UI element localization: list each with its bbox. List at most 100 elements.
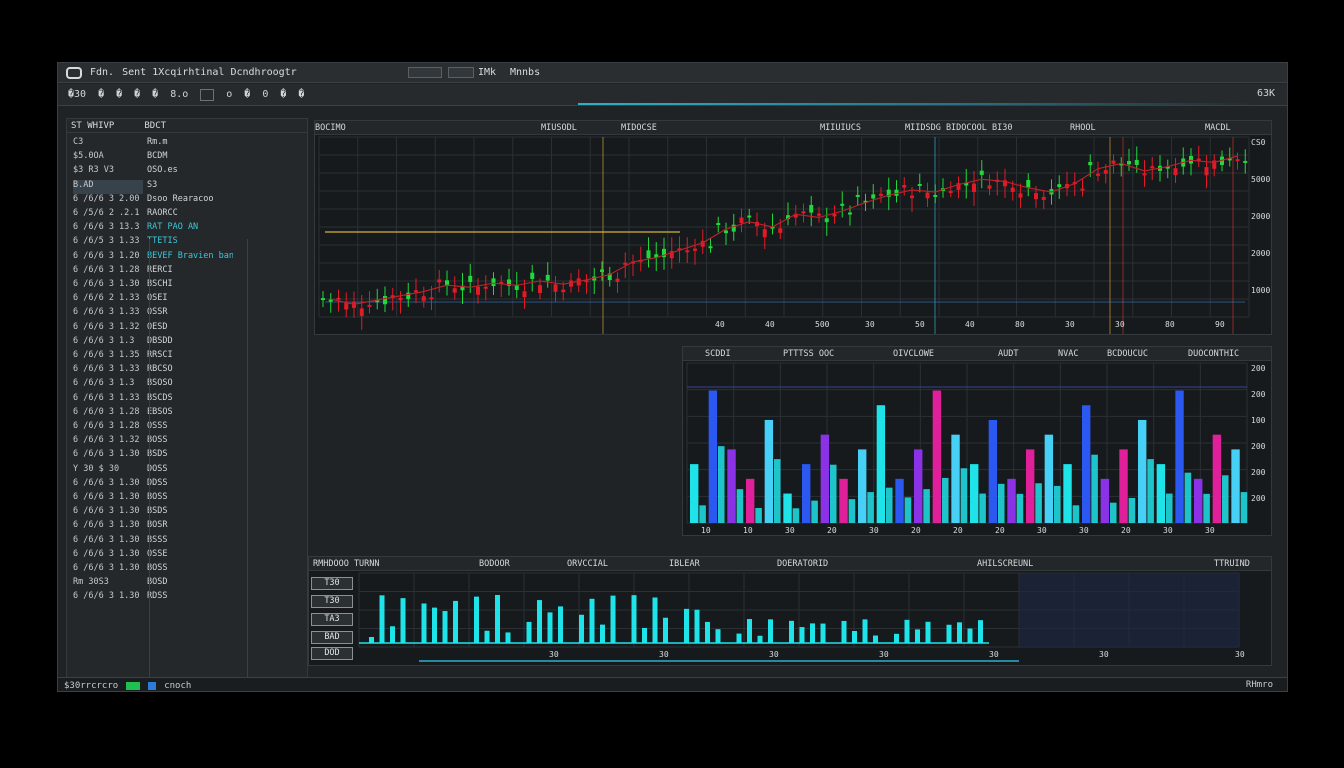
indicator-bar	[799, 627, 805, 643]
toolbar-item-10[interactable]: �	[298, 89, 304, 100]
watchlist-value: Dsoo Rearacoo	[147, 193, 214, 204]
volume-axis-tick: 200	[1251, 494, 1266, 503]
watchlist-row[interactable]: 6 /6/6 3 1.33 BSCDS	[73, 393, 305, 407]
indicator-bar	[495, 595, 500, 643]
watchlist-row[interactable]: 6 /6/6 3 2.00 Dsoo Rearacoo	[73, 194, 305, 208]
watchlist-row[interactable]: 6 /6/6 3 1.30 BSCHI	[73, 279, 305, 293]
volume-bar	[1156, 464, 1166, 523]
watchlist-row[interactable]: 6 /6/6 3 1.30 BOSS	[73, 563, 305, 577]
watchlist-row[interactable]: 6 /6/6 3 1.30 BOSR	[73, 520, 305, 534]
candle	[1010, 187, 1015, 192]
candle	[421, 296, 426, 301]
toolbar-item-9[interactable]: �	[280, 89, 286, 100]
volume-chart-panel[interactable]: SCDDI PTTTSS OOC OIVCLOWE AUDT NVAC BCDO…	[682, 346, 1272, 536]
volume-bar	[839, 478, 848, 523]
candle	[832, 213, 837, 217]
title-segment-button-2[interactable]	[448, 67, 474, 78]
toolbar-item-1[interactable]: �	[98, 89, 104, 100]
watchlist-value: RERCI	[147, 264, 173, 275]
volume-bar	[755, 507, 762, 523]
watchlist-value: BOSS	[147, 492, 168, 502]
watchlist-row[interactable]: 6 /6/6 3 1.20 BEVEF Bravien ban	[73, 251, 305, 265]
title-segment-button[interactable]	[408, 67, 442, 78]
indicator-bar	[505, 632, 511, 643]
watchlist-value: Rm.m	[147, 137, 168, 147]
watchlist-symbol: 6 /6/6 3 1.3	[73, 335, 135, 346]
watchlist-row[interactable]: 6 /6/6 3 1.30 OSSE	[73, 549, 305, 563]
watchlist-row[interactable]: 6 /6/6 3 1.33 RBCSO	[73, 364, 305, 378]
watchlist-row[interactable]: 6 /6/6 3 1.30 BSDS	[73, 506, 305, 520]
candle	[925, 192, 930, 199]
watchlist-value: OSSE	[147, 548, 168, 559]
indicator-label-4[interactable]: DOD	[311, 647, 353, 660]
toolbar-item-2[interactable]: �	[116, 89, 122, 100]
indicator-bar	[474, 596, 479, 643]
watchlist-header-0: ST WHIVP	[71, 120, 115, 131]
watchlist-row[interactable]: B.AD S3	[73, 179, 305, 194]
watchlist-row[interactable]: 6 /6/6 3 1.28 OSSS	[73, 421, 305, 435]
watchlist-row[interactable]: 6 /6/6 3 1.30 BOSS	[73, 492, 305, 506]
watchlist-row[interactable]: 6 /6/6 3 1.28 RERCI	[73, 265, 305, 279]
candle	[1088, 161, 1093, 166]
watchlist-row[interactable]: 6 /6/6 3 1.30 BSSS	[73, 535, 305, 549]
watchlist-row[interactable]: C3 Rm.m	[73, 137, 305, 151]
watchlist-row[interactable]: 6 /6/6 3 1.33 OSSR	[73, 307, 305, 321]
indicator-label-3[interactable]: BAD	[311, 631, 353, 644]
price-axis-tick: 5000	[1251, 175, 1270, 184]
watchlist-value: RDSS	[147, 591, 168, 602]
watchlist-symbol: 6 /6/5 3 1.33	[73, 236, 140, 247]
watchlist-row[interactable]: 6 /6/6 2 1.33 OSEI	[73, 293, 305, 307]
volume-bar	[1054, 485, 1061, 523]
watchlist-row[interactable]: 6 /6/6 3 1.32 OESD	[73, 322, 305, 336]
candle	[452, 288, 457, 293]
volume-bar	[988, 419, 998, 523]
toolbar-item-5[interactable]: 8.o	[170, 89, 188, 100]
watchlist-row[interactable]: $5.0OA BCDM	[73, 151, 305, 165]
watchlist-row[interactable]: Rm 30S3 BOSD	[73, 577, 305, 591]
volume-bar	[1044, 434, 1054, 523]
watchlist-row[interactable]: Y 30 $ 30 DOSS	[73, 464, 305, 478]
watchlist-row[interactable]: 6 /6/6 3 1.30 BSDS	[73, 449, 305, 463]
volume-bar	[699, 505, 706, 523]
watchlist-row[interactable]: 6 /6/6 3 13.3 RAT PAO AN	[73, 222, 305, 236]
indicator-panel[interactable]: RMHDOOO TURNN BODOOR ORVCCIAL IBLEAR DOE…	[308, 556, 1272, 666]
indicator-bar	[631, 595, 637, 643]
candle	[359, 308, 364, 317]
watchlist-row[interactable]: 6 /6/5 3 1.33 TTETIS	[73, 236, 305, 250]
watchlist-row[interactable]: $3 R3 V3 OSO.es	[73, 165, 305, 179]
indicator-label-0[interactable]: T30	[311, 577, 353, 590]
candle	[987, 185, 992, 189]
indicator-bar	[978, 620, 983, 643]
watchlist-row[interactable]: 6 /6/6 3 1.35 RRSCI	[73, 350, 305, 364]
volume-bar	[1026, 449, 1035, 523]
toolbar-item-0[interactable]: �30	[68, 89, 86, 100]
watchlist-row[interactable]: 6 /5/6 2 .2.1 RAORCC	[73, 208, 305, 222]
candle	[848, 212, 852, 215]
toolbar-item-3[interactable]: �	[134, 89, 140, 100]
time-axis-tick: 40	[965, 320, 975, 329]
watchlist-row[interactable]: 6 /6/6 3 1.30 DDSS	[73, 478, 305, 492]
toolbar-box-button[interactable]	[200, 88, 215, 101]
watchlist-row[interactable]: 6 /6/6 3 1.30 RDSS	[73, 591, 305, 605]
watchlist-row[interactable]: 6 /6/6 3 1.3 DBSDD	[73, 336, 305, 350]
toolbar-item-6[interactable]: o	[226, 89, 232, 100]
toolbar-item-8[interactable]: 0	[262, 89, 268, 100]
candle	[1034, 193, 1038, 200]
watchlist-row[interactable]: 6 /6/6 3 1.3 BSOSO	[73, 378, 305, 392]
indicator-bar	[589, 598, 595, 643]
watchlist-symbol: 6 /6/6 3 1.32	[73, 321, 140, 332]
price-chart-panel[interactable]: BOCIMO MIUSODL MIDOCSE MIIUIUCS MIIDSDG …	[314, 120, 1272, 335]
indicator-bar	[642, 627, 647, 643]
watchlist-row[interactable]: 6 /6/6 3 1.32 BOSS	[73, 435, 305, 449]
indicator-label-2[interactable]: TA3	[311, 613, 353, 626]
candle	[824, 218, 829, 223]
watchlist-symbol: 6 /6/6 3 1.3	[73, 378, 135, 389]
volume-bar	[867, 492, 874, 523]
candle	[530, 272, 535, 279]
watchlist-row[interactable]: 6 /6/0 3 1.28 EBSOS	[73, 407, 305, 421]
toolbar-item-4[interactable]: �	[152, 89, 158, 100]
volume-bar	[802, 464, 811, 523]
indicator-label-1[interactable]: T30	[311, 595, 353, 608]
toolbar-item-7[interactable]: �	[244, 89, 250, 100]
candle	[716, 223, 721, 226]
